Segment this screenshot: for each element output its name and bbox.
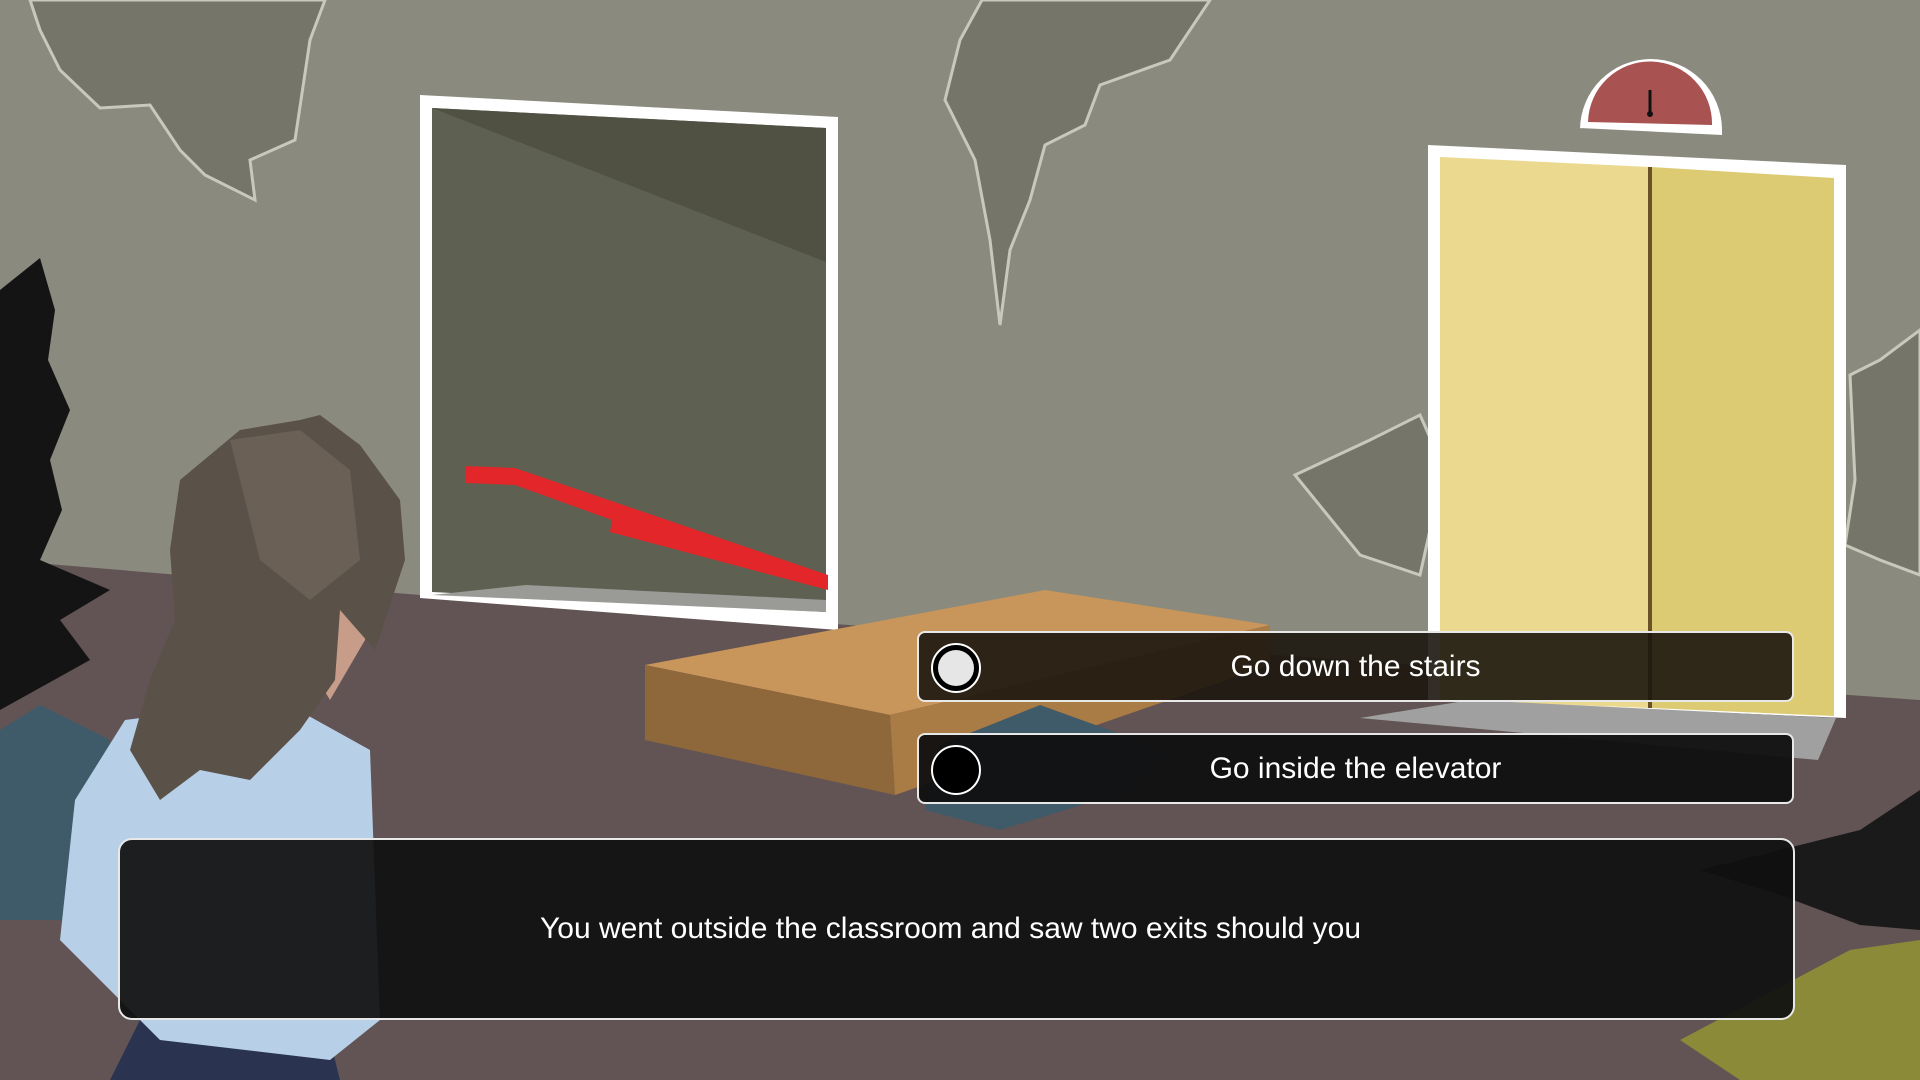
choice-go-inside-elevator[interactable]: Go inside the elevator	[917, 733, 1794, 804]
dialogue-text: You went outside the classroom and saw t…	[540, 912, 1362, 945]
choice-label: Go down the stairs	[1230, 649, 1481, 683]
floor-indicator-pivot	[1647, 111, 1653, 117]
elevator-door-left	[1440, 157, 1650, 708]
choice-label: Go inside the elevator	[1209, 751, 1502, 785]
dialogue-box: You went outside the classroom and saw t…	[118, 838, 1795, 1020]
choice-go-down-stairs[interactable]: Go down the stairs	[917, 631, 1794, 702]
